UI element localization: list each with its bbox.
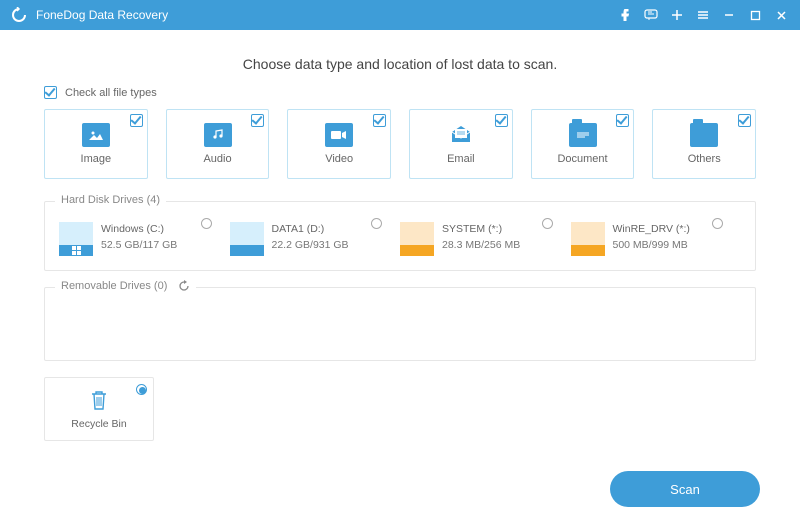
check-all-checkbox[interactable] [44, 86, 57, 99]
page-heading: Choose data type and location of lost da… [44, 56, 756, 72]
type-others-label: Others [688, 153, 721, 165]
type-others[interactable]: Others [652, 109, 756, 179]
scan-button[interactable]: Scan [610, 471, 760, 507]
drive-icon [59, 222, 93, 256]
recycle-label: Recycle Bin [71, 418, 126, 430]
type-image-label: Image [81, 153, 112, 165]
type-audio-checkbox[interactable] [251, 114, 264, 127]
others-icon [690, 123, 718, 147]
plus-icon[interactable] [664, 0, 690, 30]
drive-radio[interactable] [712, 218, 723, 229]
drive-radio[interactable] [371, 218, 382, 229]
drive-icon [400, 222, 434, 256]
removable-drives-group: Removable Drives (0) [44, 287, 756, 361]
check-all-row[interactable]: Check all file types [44, 86, 756, 99]
type-others-checkbox[interactable] [738, 114, 751, 127]
type-video[interactable]: Video [287, 109, 391, 179]
refresh-icon[interactable] [178, 280, 190, 292]
recycle-bin-card[interactable]: Recycle Bin [44, 377, 154, 441]
type-email-checkbox[interactable] [495, 114, 508, 127]
type-email-label: Email [447, 153, 475, 165]
video-icon [325, 123, 353, 147]
menu-icon[interactable] [690, 0, 716, 30]
type-image-checkbox[interactable] [130, 114, 143, 127]
type-document[interactable]: Document [531, 109, 635, 179]
hard-drives-group: Hard Disk Drives (4) Windows (C:)52.5 GB… [44, 201, 756, 271]
image-icon [82, 123, 110, 147]
app-title: FoneDog Data Recovery [36, 8, 168, 22]
type-audio-label: Audio [203, 153, 231, 165]
type-audio[interactable]: Audio [166, 109, 270, 179]
drive-radio[interactable] [201, 218, 212, 229]
type-video-label: Video [325, 153, 353, 165]
type-email[interactable]: Email [409, 109, 513, 179]
minimize-icon[interactable] [716, 0, 742, 30]
document-icon [569, 123, 597, 147]
type-document-label: Document [557, 153, 607, 165]
drive-data1-d[interactable]: DATA1 (D:)22.2 GB/931 GB [230, 222, 401, 256]
titlebar: FoneDog Data Recovery [0, 0, 800, 30]
hard-drives-title: Hard Disk Drives (4) [55, 194, 166, 206]
drive-windows-c[interactable]: Windows (C:)52.5 GB/117 GB [59, 222, 230, 256]
removable-title: Removable Drives (0) [55, 280, 196, 292]
drive-icon [571, 222, 605, 256]
type-video-checkbox[interactable] [373, 114, 386, 127]
drive-icon [230, 222, 264, 256]
drive-winre[interactable]: WinRE_DRV (*:)500 MB/999 MB [571, 222, 742, 256]
type-document-checkbox[interactable] [616, 114, 629, 127]
file-types-row: Image Audio Video Email Document Others [44, 109, 756, 179]
feedback-icon[interactable] [638, 0, 664, 30]
maximize-icon[interactable] [742, 0, 768, 30]
type-image[interactable]: Image [44, 109, 148, 179]
app-logo-icon [10, 6, 28, 24]
audio-icon [204, 123, 232, 147]
close-icon[interactable] [768, 0, 794, 30]
email-icon [447, 123, 475, 147]
drive-system[interactable]: SYSTEM (*:)28.3 MB/256 MB [400, 222, 571, 256]
drive-radio[interactable] [542, 218, 553, 229]
check-all-label: Check all file types [65, 87, 157, 99]
facebook-icon[interactable] [612, 0, 638, 30]
trash-icon [89, 389, 109, 414]
recycle-radio[interactable] [136, 384, 147, 395]
